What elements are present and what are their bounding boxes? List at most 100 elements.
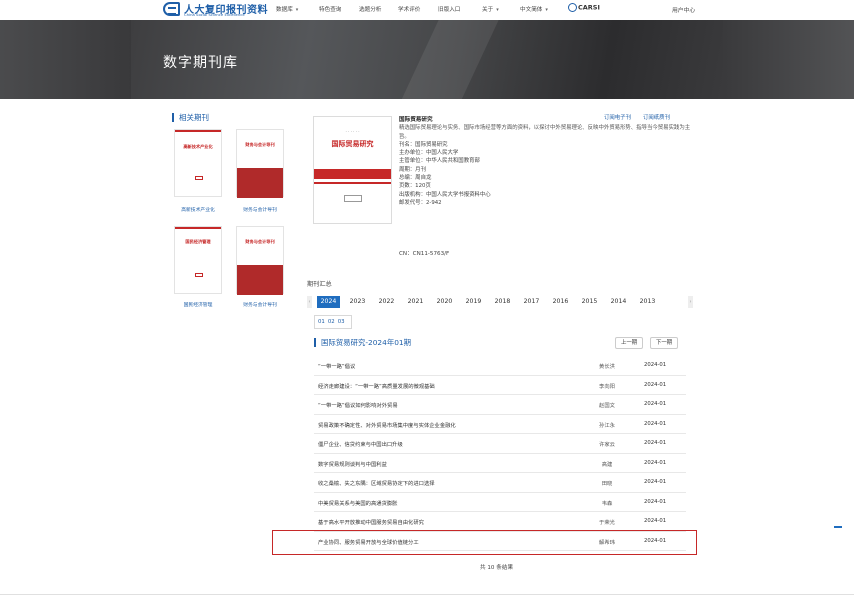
year-tab[interactable]: 2017 (520, 296, 543, 308)
year-tab[interactable]: 2013 (636, 296, 659, 308)
article-date: 2024-01 (644, 498, 667, 505)
article-date: 2024-01 (644, 440, 667, 446)
related-journal-cover[interactable]: 高新技术产业化 (174, 129, 222, 197)
year-tab[interactable]: 2021 (404, 296, 427, 308)
chevron-down-icon: ▾ (496, 7, 499, 13)
article-title[interactable]: 僵尸企业、信贷约束与中国出口升级 (318, 440, 403, 448)
related-journal-caption[interactable]: 财务与会计导刊 (225, 301, 295, 308)
side-scroll-marker (834, 526, 842, 528)
issue-number[interactable]: 01 (318, 319, 325, 325)
nav-item-database[interactable]: 数据库 ▾ (276, 5, 298, 13)
journal-field: 页数：120页 (399, 183, 431, 190)
related-journal-cover[interactable]: 国民经济管理 (174, 226, 222, 294)
prev-issue-button[interactable]: 上一期 (615, 337, 644, 349)
issue-number[interactable]: 02 (328, 319, 335, 325)
article-author: 田晓 (601, 481, 613, 487)
user-center-link[interactable]: 用户中心 (672, 5, 695, 14)
issue-number[interactable]: 03 (338, 319, 345, 325)
chevron-down-icon: ▾ (295, 7, 299, 13)
year-selector: ‹ 2024 2023 2022 2021 2020 2019 2018 201… (307, 296, 693, 308)
journal-field: 出版机构：中国人民大学书报资料中心 (399, 191, 491, 198)
table-row[interactable]: 经济走廊建设：“一带一路”高质量发展的微观基础 李向阳 2024-01 (314, 376, 686, 395)
article-date: 2024-01 (644, 401, 667, 407)
carsi-icon (568, 3, 577, 12)
page-banner: 数字期刊库 (0, 20, 854, 99)
article-author: 黄长洪 (599, 364, 615, 370)
journal-field: 周期：月刊 (399, 166, 426, 173)
journal-description: 精选国际贸易理论与实务、国际市场经营等方面的资料，以探讨中外贸易理论、反映中外贸… (399, 125, 691, 140)
year-tab[interactable]: 2022 (375, 296, 398, 308)
related-journals-heading: 相关期刊 (172, 113, 209, 122)
year-tab[interactable]: 2024 (317, 296, 340, 308)
article-author: 孙江永 (599, 422, 615, 429)
related-journal-caption[interactable]: 高新技术产业化 (163, 206, 233, 213)
article-author: 高建 (601, 461, 613, 468)
nav-item-about[interactable]: 关于 ▾ (482, 5, 499, 13)
article-author: 于荣光 (599, 520, 615, 526)
year-tab[interactable]: 2018 (491, 296, 514, 308)
related-journal-caption[interactable]: 财务与会计导刊 (225, 206, 295, 213)
result-count: 共 10 条结果 (480, 565, 514, 571)
related-journal-cover[interactable]: 财务与会计导刊 (236, 226, 284, 295)
nav-item-language[interactable]: 中文简体 ▾ (520, 5, 548, 13)
table-row[interactable]: 数字贸易规则谈判与中国利益 高建 2024-01 (314, 454, 686, 473)
nav-item-topic-analysis[interactable]: 选题分析 (359, 5, 381, 13)
related-journal-caption[interactable]: 国民经济管理 (163, 301, 233, 308)
nav-item-academic-evaluation[interactable]: 学术评价 (398, 5, 420, 13)
next-issue-button[interactable]: 下一期 (650, 337, 679, 349)
article-table: “一带一路”倡议 黄长洪 2024-01 经济走廊建设：“一带一路”高质量发展的微观… (314, 356, 686, 551)
year-tab[interactable]: 2015 (578, 296, 601, 308)
logo-english-name: China Social Science Excellence (184, 12, 245, 17)
journal-field: 总编：周自龙 (399, 175, 432, 182)
journal-info: 国际贸易研究 精选国际贸易理论与实务、国际市场经营等方面的资料，以探讨中外贸易理… (399, 116, 694, 207)
article-date: 2024-01 (644, 518, 667, 524)
year-tab[interactable]: 2020 (433, 296, 456, 308)
journal-field: 刊名：国际贸易研究 (399, 141, 448, 148)
article-date: 2024-01 (644, 362, 667, 368)
table-row[interactable]: “一带一路”倡议如何影响对外贸易 赵国文 2024-01 (314, 395, 686, 415)
carsi-login[interactable]: CARSI (568, 3, 600, 12)
chevron-left-icon[interactable]: ‹ (307, 296, 312, 308)
article-author: 许家云 (599, 442, 615, 448)
chevron-right-icon[interactable]: › (688, 296, 693, 308)
chevron-down-icon: ▾ (545, 7, 548, 13)
year-tab[interactable]: 2023 (346, 296, 369, 308)
article-title[interactable]: “一带一路”倡议如何影响对外贸易 (318, 401, 398, 409)
year-tab[interactable]: 2014 (607, 296, 630, 308)
site-logo[interactable]: 人大复印报刊资料 China Social Science Excellence (163, 1, 268, 18)
article-author: 李向阳 (599, 383, 615, 390)
nav-item-old-version[interactable]: 旧版入口 (438, 5, 460, 13)
journal-cover-title: 国际贸易研究 (331, 140, 374, 148)
table-row[interactable]: “一带一路”倡议 黄长洪 2024-01 (314, 356, 686, 376)
table-row[interactable]: 贸易政策不确定性、对外贸易市场集中度与实体企业金融化 孙江永 2024-01 (314, 415, 686, 434)
journal-cover: · · · · · · 国际贸易研究 (313, 116, 392, 224)
article-title[interactable]: 中美贸易关系与美国的高通货膨胀 (318, 499, 397, 507)
issue-list-title: 国际贸易研究-2024年01期 (314, 338, 411, 347)
journal-field: 主管单位：中华人民共和国教育部 (399, 158, 480, 165)
article-title[interactable]: 经济走廊建设：“一带一路”高质量发展的微观基础 (318, 382, 435, 390)
issues-heading: 期刊汇总 (307, 281, 332, 288)
journal-name: 国际贸易研究 (399, 117, 433, 123)
article-date: 2024-01 (644, 479, 667, 485)
article-date: 2024-01 (644, 459, 667, 466)
year-tab[interactable]: 2016 (549, 296, 572, 308)
table-row[interactable]: 基于高水平开放推动中国服务贸易自由化研究 于荣光 2024-01 (314, 512, 686, 532)
table-row[interactable]: 中美贸易关系与美国的高通货膨胀 韦森 2024-01 (314, 493, 686, 512)
journal-field: 主办单位：中国人民大学 (399, 150, 459, 157)
article-date: 2024-01 (644, 381, 667, 388)
table-row[interactable]: 收之桑榆、失之东隅：区域贸易协定下的进口选择 田晓 2024-01 (314, 473, 686, 493)
journal-cn-number: CN：CN11-5763/F (399, 251, 450, 257)
article-title[interactable]: 数字贸易规则谈判与中国利益 (318, 460, 387, 468)
table-row[interactable]: 僵尸企业、信贷约束与中国出口升级 许家云 2024-01 (314, 434, 686, 454)
issue-number-list: 01 02 03 (314, 315, 352, 329)
article-title[interactable]: 收之桑榆、失之东隅：区域贸易协定下的进口选择 (318, 479, 435, 487)
top-navigation-bar: 人大复印报刊资料 China Social Science Excellence… (0, 0, 854, 20)
highlight-box (272, 530, 697, 555)
article-title[interactable]: “一带一路”倡议 (318, 362, 355, 370)
article-title[interactable]: 基于高水平开放推动中国服务贸易自由化研究 (318, 518, 424, 526)
nav-item-feature-search[interactable]: 特色查询 (319, 5, 341, 13)
article-title[interactable]: 贸易政策不确定性、对外贸易市场集中度与实体企业金融化 (318, 421, 456, 429)
year-tab[interactable]: 2019 (462, 296, 485, 308)
article-author: 赵国文 (599, 403, 615, 409)
related-journal-cover[interactable]: 财务与会计导刊 (236, 129, 284, 198)
